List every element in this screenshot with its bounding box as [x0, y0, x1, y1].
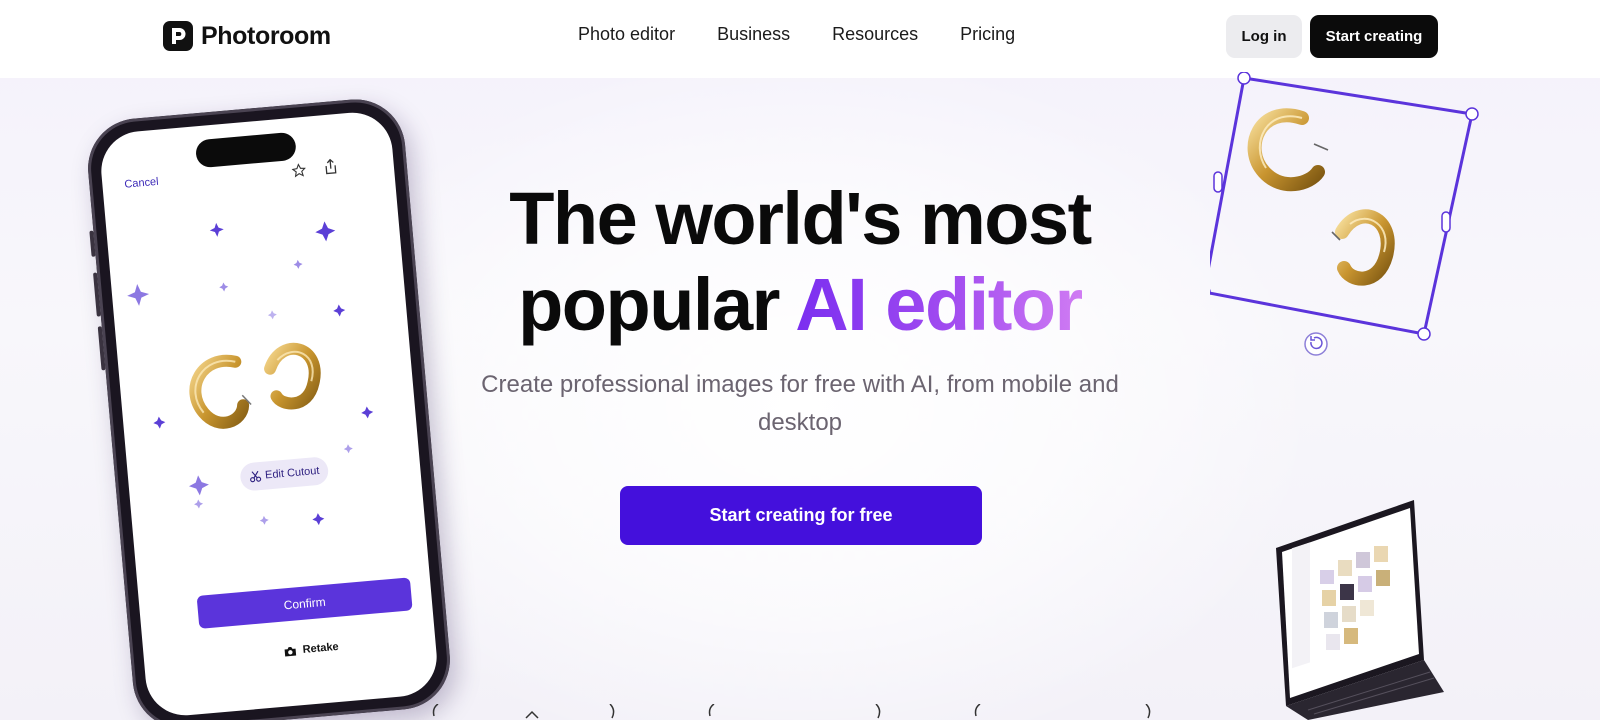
nav-resources[interactable]: Resources [832, 24, 918, 45]
start-creating-button[interactable]: Start creating [1310, 15, 1438, 58]
scissors-icon [249, 470, 261, 483]
phone-button [93, 272, 101, 317]
selection-frame[interactable] [1210, 72, 1479, 341]
retake-label: Retake [302, 640, 340, 656]
phone-notch [194, 131, 297, 169]
bottom-decorations [432, 704, 1151, 719]
phone-cancel-link[interactable]: Cancel [124, 176, 159, 191]
start-creating-free-button[interactable]: Start creating for free [620, 486, 982, 545]
main-nav: Photo editor Business Resources Pricing [578, 24, 1015, 45]
retake-button[interactable]: Retake [283, 641, 339, 658]
login-button[interactable]: Log in [1226, 15, 1302, 58]
hero-title-accent: AI editor [795, 263, 1083, 346]
phone-button [89, 230, 96, 257]
star-icon[interactable] [291, 163, 307, 178]
logo-text: Photoroom [201, 21, 331, 50]
site-header: Photoroom Photo editor Business Resource… [0, 0, 1600, 78]
phone-frame: Cancel Edit Cutout Confirm Retake [83, 95, 455, 720]
laptop-mockup [1276, 500, 1444, 720]
nav-business[interactable]: Business [717, 24, 790, 45]
logo-icon [163, 21, 193, 51]
phone-button [97, 326, 106, 371]
phone-mockup: Cancel Edit Cutout Confirm Retake [83, 95, 455, 720]
nav-photo-editor[interactable]: Photo editor [578, 24, 675, 45]
earrings-image [189, 342, 321, 429]
hero-title: The world's most popular AI editor [400, 176, 1200, 348]
nav-pricing[interactable]: Pricing [960, 24, 1015, 45]
selection-box-illustration [1210, 72, 1479, 356]
rotate-icon[interactable] [1304, 332, 1328, 356]
camera-icon [284, 646, 297, 657]
edit-cutout-label: Edit Cutout [264, 464, 320, 482]
hero-subtitle: Create professional images for free with… [481, 371, 1119, 436]
confirm-button[interactable]: Confirm [196, 577, 413, 629]
hero-title-line1: The world's most [509, 177, 1092, 260]
phone-screen: Cancel Edit Cutout Confirm Retake [98, 109, 440, 719]
logo[interactable]: Photoroom [163, 21, 331, 51]
hero-title-line2: popular [518, 263, 796, 346]
share-icon[interactable] [323, 158, 338, 175]
